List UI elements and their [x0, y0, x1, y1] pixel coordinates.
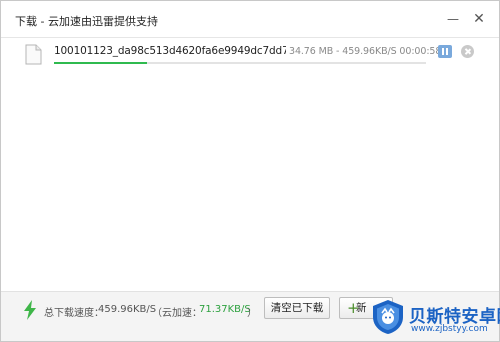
- download-row[interactable]: 100101123_da98c513d4620fa6e9949dc7dd7335…: [1, 38, 499, 72]
- watermark-url: www.zjbstyy.com: [411, 324, 488, 334]
- title-bar: 下载 - 云加速由迅雷提供支持 — ✕: [1, 1, 499, 37]
- window-title: 下载 - 云加速由迅雷提供支持: [15, 15, 158, 28]
- download-progress-fill: [54, 62, 147, 64]
- download-window: 下载 - 云加速由迅雷提供支持 — ✕ 100101123_da98c513d4…: [0, 0, 500, 342]
- minimize-icon[interactable]: —: [444, 10, 462, 28]
- cloud-speed-label: （云加速：: [152, 308, 202, 319]
- download-meta: 34.76 MB - 459.96KB/S 00:00:58: [289, 46, 442, 57]
- total-speed-value: 459.96KB/S: [98, 304, 157, 315]
- lightning-bolt-icon: [24, 300, 36, 320]
- cloud-speed-close: ）: [247, 308, 257, 319]
- plus-icon: +: [347, 299, 360, 317]
- remove-icon[interactable]: [461, 45, 474, 58]
- file-icon: [25, 44, 42, 65]
- total-speed-label: 总下载速度：: [44, 308, 104, 319]
- pause-icon[interactable]: [438, 45, 452, 58]
- close-icon[interactable]: ✕: [470, 10, 488, 28]
- download-progress-bar: [54, 62, 426, 64]
- download-filename: 100101123_da98c513d4620fa6e9949dc7dd7335…: [54, 45, 286, 57]
- download-list: 100101123_da98c513d4620fa6e9949dc7dd7335…: [1, 38, 499, 291]
- clear-downloaded-button[interactable]: 清空已下载: [264, 297, 330, 319]
- shield-logo-icon: [373, 300, 403, 334]
- cloud-speed-value: 71.37KB/S: [199, 304, 251, 315]
